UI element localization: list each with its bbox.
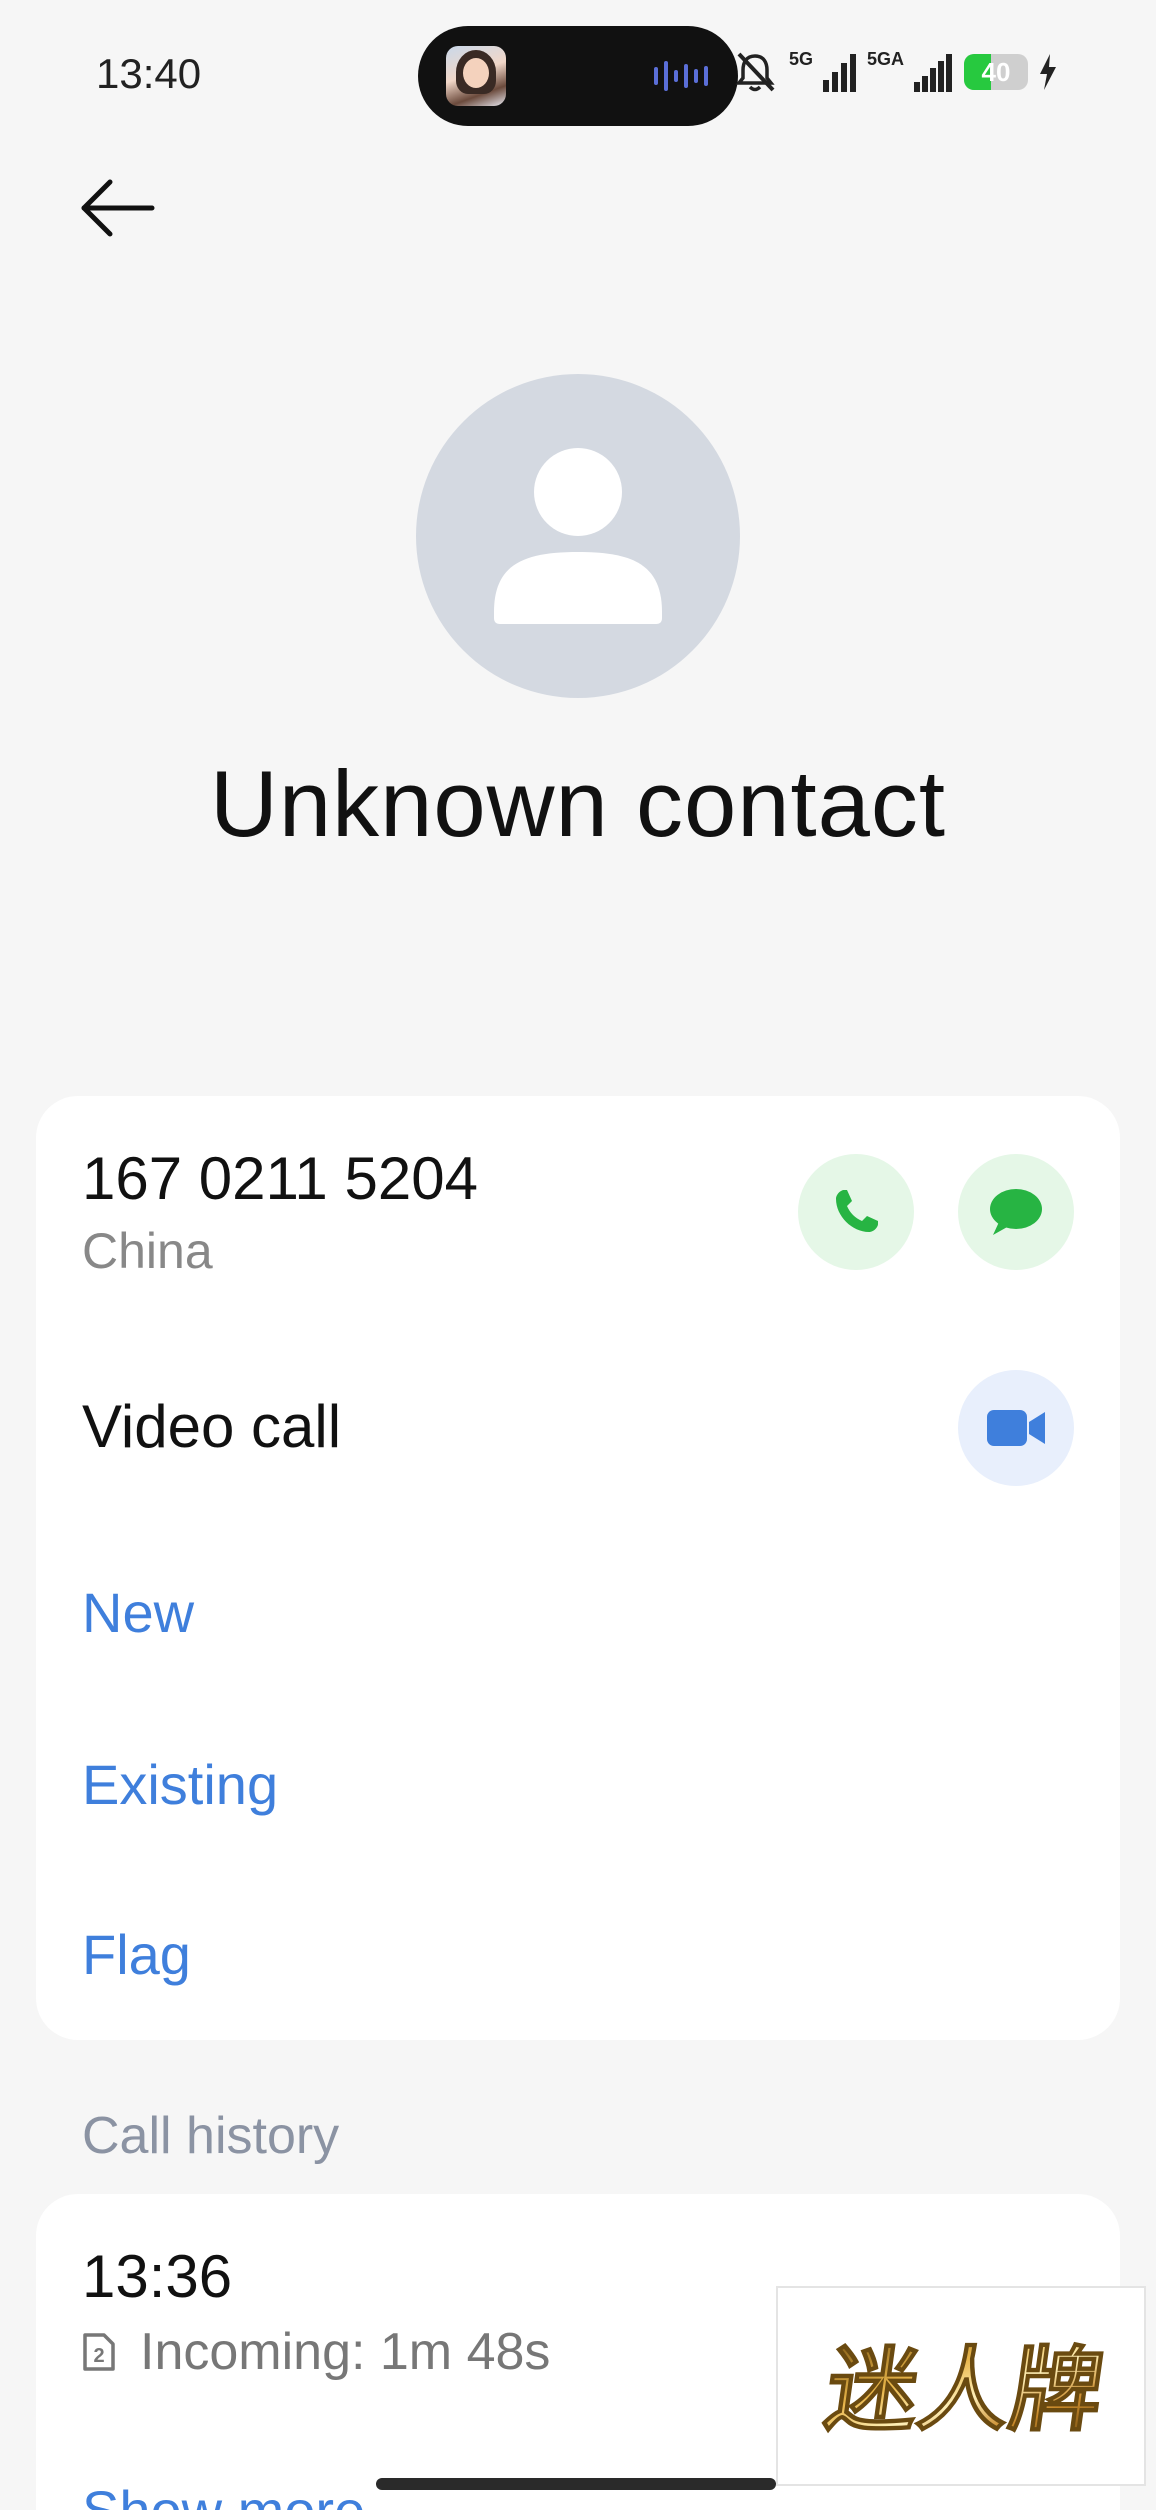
call-button[interactable] <box>798 1154 914 1270</box>
phone-number[interactable]: 167 0211 5204 <box>82 1144 478 1213</box>
watermark-logo: 迷人牌 <box>776 2286 1146 2486</box>
status-icons: 5G 5GA 40 <box>731 50 1058 94</box>
signal-icon <box>914 54 952 92</box>
video-call-button[interactable] <box>958 1370 1074 1486</box>
call-history-entry: 2 Incoming: 1m 48s <box>82 2322 550 2382</box>
call-history-title: Call history <box>82 2107 340 2165</box>
call-history-detail: Incoming: 1m 48s <box>140 2323 551 2381</box>
home-indicator[interactable] <box>376 2478 776 2490</box>
message-bubble-icon <box>990 1189 1042 1235</box>
existing-contact-link[interactable]: Existing <box>82 1752 278 1817</box>
dynamic-island[interactable] <box>418 26 738 126</box>
video-call-label[interactable]: Video call <box>82 1392 341 1461</box>
show-more-link[interactable]: Show more <box>82 2478 365 2510</box>
flag-link[interactable]: Flag <box>82 1922 191 1987</box>
new-contact-link[interactable]: New <box>82 1580 194 1645</box>
battery-icon: 40 <box>964 54 1028 90</box>
person-icon <box>494 448 662 624</box>
caller-thumbnail-icon <box>446 46 506 106</box>
video-camera-icon <box>987 1410 1045 1446</box>
contact-avatar <box>416 374 740 698</box>
audio-wave-icon <box>654 60 708 92</box>
message-button[interactable] <box>958 1154 1074 1270</box>
contact-detail-screen: 13:40 5G 5GA 40 Unknown contact 167 0211… <box>0 0 1156 2510</box>
contact-name: Unknown contact <box>209 751 947 856</box>
mute-bell-icon <box>735 52 775 92</box>
call-history-time: 13:36 <box>82 2243 233 2310</box>
back-arrow-icon[interactable] <box>80 178 156 238</box>
sim-number: 2 <box>93 2345 104 2367</box>
contact-actions-card: 167 0211 5204 China Video call New Exist… <box>36 1096 1120 2040</box>
status-time: 13:40 <box>96 50 202 97</box>
signal-icon <box>822 54 856 92</box>
watermark-text: 迷人牌 <box>819 2336 1110 2443</box>
phone-region: China <box>82 1223 213 1279</box>
battery-level: 40 <box>981 56 1011 87</box>
sim-card-icon: 2 <box>83 2333 115 2371</box>
network-5g-label: 5G <box>788 49 813 69</box>
phone-icon <box>836 1190 878 1232</box>
network-5ga-label: 5GA <box>866 49 904 69</box>
charging-bolt-icon <box>1040 54 1056 90</box>
